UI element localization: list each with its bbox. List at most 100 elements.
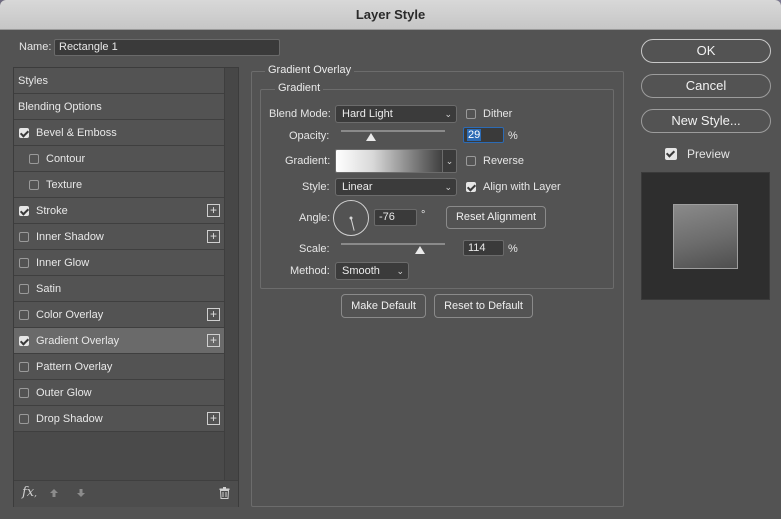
sidebar-item-label: Color Overlay — [36, 309, 104, 321]
sidebar-checkbox[interactable] — [29, 180, 39, 190]
opacity-unit: % — [508, 130, 518, 142]
sidebar-item-label: Gradient Overlay — [36, 335, 120, 347]
reset-alignment-button[interactable]: Reset Alignment — [446, 206, 546, 229]
move-up-icon[interactable] — [49, 488, 59, 498]
gradient-swatch[interactable] — [336, 150, 442, 172]
scale-input[interactable]: 114 — [463, 240, 504, 256]
name-input[interactable]: Rectangle 1 — [54, 39, 280, 56]
method-select[interactable]: Smooth ⌄ — [335, 262, 409, 280]
add-effect-icon[interactable]: + — [207, 204, 220, 217]
angle-unit: ° — [421, 209, 426, 221]
sidebar-item-pattern-overlay[interactable]: Pattern Overlay — [14, 354, 224, 380]
gradient-group-title: Gradient — [275, 82, 324, 94]
sidebar-item-bevel-emboss[interactable]: Bevel & Emboss — [14, 120, 224, 146]
scale-unit: % — [508, 243, 518, 255]
opacity-slider-thumb[interactable] — [366, 133, 377, 141]
name-label: Name: — [19, 41, 52, 53]
sidebar-item-label: Inner Glow — [36, 257, 90, 269]
opacity-input[interactable]: 29 — [463, 127, 504, 143]
sidebar-item-gradient-overlay[interactable]: Gradient Overlay + — [14, 328, 224, 354]
sidebar-item-label: Texture — [46, 179, 83, 191]
cancel-button[interactable]: Cancel — [641, 74, 771, 98]
sidebar-checkbox[interactable] — [19, 206, 29, 216]
sidebar-checkbox[interactable] — [19, 388, 29, 398]
angle-input[interactable]: -76 — [374, 209, 417, 226]
reset-to-default-button[interactable]: Reset to Default — [434, 294, 533, 318]
sidebar-item-stroke[interactable]: Stroke + — [14, 198, 224, 224]
sidebar-checkbox[interactable] — [19, 128, 29, 138]
sidebar-item-inner-shadow[interactable]: Inner Shadow + — [14, 224, 224, 250]
gradient-overlay-title: Gradient Overlay — [265, 64, 355, 76]
blend-mode-select[interactable]: Hard Light ⌄ — [335, 105, 457, 123]
sidebar-item-label: Blending Options — [18, 101, 102, 113]
style-select[interactable]: Linear ⌄ — [335, 178, 457, 196]
sidebar-item-label: Outer Glow — [36, 387, 92, 399]
preview-thumbnail — [641, 172, 770, 300]
styles-list: Styles Blending Options Bevel & Emboss Cont… — [13, 67, 239, 507]
sidebar-item-drop-shadow[interactable]: Drop Shadow + — [14, 406, 224, 432]
sidebar-item-label: Satin — [36, 283, 62, 295]
sidebar-item-label: Bevel & Emboss — [36, 127, 117, 139]
sidebar-item-styles[interactable]: Styles — [14, 68, 224, 94]
align-with-layer-label: Align with Layer — [483, 181, 561, 193]
sidebar-item-label: Styles — [18, 75, 48, 87]
sidebar-item-label: Stroke — [36, 205, 68, 217]
blend-mode-label: Blend Mode: — [269, 108, 331, 120]
style-label: Style: — [302, 181, 330, 193]
preview-label: Preview — [687, 147, 730, 161]
sidebar-checkbox[interactable] — [19, 414, 29, 424]
preview-checkbox[interactable] — [665, 148, 677, 160]
window-title: Layer Style — [0, 0, 781, 30]
sidebar-item-inner-glow[interactable]: Inner Glow — [14, 250, 224, 276]
sidebar-checkbox[interactable] — [19, 336, 29, 346]
add-effect-icon[interactable]: + — [207, 334, 220, 347]
sidebar-item-blending-options[interactable]: Blending Options — [14, 94, 224, 120]
sidebar-item-texture[interactable]: Texture — [14, 172, 224, 198]
method-label: Method: — [290, 265, 330, 277]
reverse-label: Reverse — [483, 155, 524, 167]
ok-button[interactable]: OK — [641, 39, 771, 63]
scale-slider-thumb[interactable] — [415, 246, 426, 254]
angle-dial[interactable] — [333, 200, 369, 236]
opacity-slider-track[interactable] — [341, 130, 445, 132]
scale-slider-track[interactable] — [341, 243, 445, 245]
scale-label: Scale: — [299, 243, 330, 255]
dither-label: Dither — [483, 108, 513, 120]
chevron-down-icon: ⌄ — [444, 182, 452, 192]
styles-list-footer: fx, — [14, 480, 238, 507]
move-down-icon[interactable] — [76, 488, 86, 498]
preview-swatch — [673, 204, 738, 269]
sidebar-checkbox[interactable] — [19, 310, 29, 320]
gradient-label: Gradient: — [285, 155, 331, 167]
reverse-checkbox[interactable] — [466, 156, 476, 166]
sidebar-checkbox[interactable] — [19, 232, 29, 242]
layer-style-dialog: Layer Style Name: Rectangle 1 Styles Blen… — [0, 0, 781, 519]
chevron-down-icon: ⌄ — [396, 266, 404, 276]
align-with-layer-checkbox[interactable] — [466, 182, 476, 192]
sidebar-item-label: Pattern Overlay — [36, 361, 113, 373]
styles-list-scrollbar[interactable] — [224, 68, 238, 480]
chevron-down-icon: ⌄ — [444, 109, 452, 119]
sidebar-checkbox[interactable] — [19, 258, 29, 268]
add-effect-icon[interactable]: + — [207, 308, 220, 321]
new-style-button[interactable]: New Style... — [641, 109, 771, 133]
sidebar-item-contour[interactable]: Contour — [14, 146, 224, 172]
sidebar-item-label: Contour — [46, 153, 86, 165]
gradient-dropdown-icon[interactable]: ⌄ — [442, 150, 456, 172]
sidebar-checkbox[interactable] — [29, 154, 39, 164]
make-default-button[interactable]: Make Default — [341, 294, 426, 318]
sidebar-item-color-overlay[interactable]: Color Overlay + — [14, 302, 224, 328]
angle-label: Angle: — [299, 212, 331, 224]
sidebar-checkbox[interactable] — [19, 284, 29, 294]
add-effect-icon[interactable]: + — [207, 230, 220, 243]
add-effect-icon[interactable]: + — [207, 412, 220, 425]
sidebar-item-label: Drop Shadow — [36, 413, 103, 425]
dither-checkbox[interactable] — [466, 109, 476, 119]
sidebar-item-satin[interactable]: Satin — [14, 276, 224, 302]
gradient-picker[interactable]: ⌄ — [335, 149, 457, 173]
sidebar-item-outer-glow[interactable]: Outer Glow — [14, 380, 224, 406]
sidebar-item-label: Inner Shadow — [36, 231, 104, 243]
sidebar-checkbox[interactable] — [19, 362, 29, 372]
fx-button[interactable]: fx, — [22, 485, 37, 500]
trash-icon[interactable] — [219, 487, 230, 499]
